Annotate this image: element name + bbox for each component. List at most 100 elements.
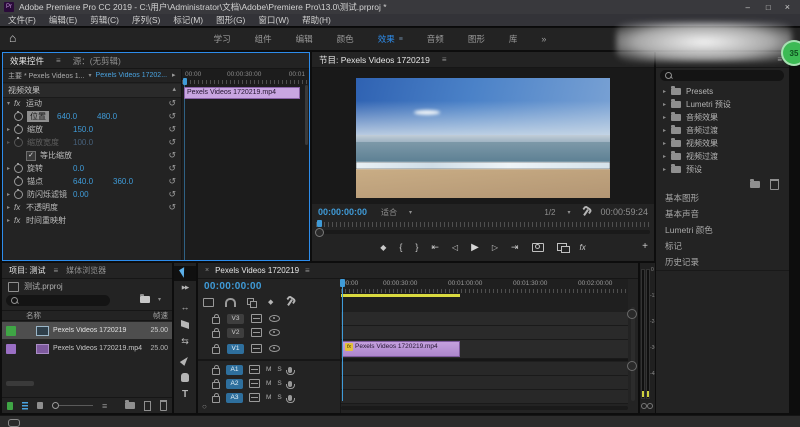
track-head-a3[interactable]: A3 M S: [212, 391, 295, 404]
track-head-v3[interactable]: V3: [212, 312, 280, 325]
column-framerate[interactable]: 帧速: [153, 310, 168, 321]
project-item-clip[interactable]: Pexels Videos 1720219.mp4 25.00: [2, 340, 172, 357]
icon-view-icon[interactable]: [36, 402, 44, 409]
tab-effect-controls[interactable]: 效果控件: [10, 55, 44, 67]
program-panel-menu-icon[interactable]: ≡: [442, 55, 447, 64]
zoom-slider[interactable]: [52, 402, 94, 409]
effects-folder-presets[interactable]: ▸ Presets: [656, 85, 789, 98]
timeline-panel-menu-icon[interactable]: ≡: [305, 266, 310, 275]
master-clip-label[interactable]: Pexels Videos 17202...: [96, 72, 167, 79]
tab-project[interactable]: 项目: 测试: [9, 265, 45, 276]
effect-row-uniform-scale[interactable]: ✓ 等比缩放 ↺: [3, 149, 181, 162]
effect-row-motion[interactable]: ▾ fx 运动 ↺: [3, 97, 181, 110]
lock-icon[interactable]: [212, 392, 220, 403]
scale-stopwatch-icon[interactable]: [14, 124, 23, 134]
voiceover-mic-icon[interactable]: [285, 380, 295, 389]
track-target-a1[interactable]: A1: [226, 364, 243, 375]
rotation-reset-icon[interactable]: ↺: [168, 163, 176, 174]
sync-lock-icon[interactable]: [251, 314, 262, 323]
project-filter-bin-icon[interactable]: [140, 294, 150, 303]
effects-folder-video-transitions[interactable]: ▸ 视频过渡: [656, 150, 789, 163]
effects-folder-video-effects[interactable]: ▸ 视频效果: [656, 137, 789, 150]
timeline-tab-close-icon[interactable]: ×: [205, 267, 209, 274]
fx-badge-icon[interactable]: fx: [14, 99, 26, 108]
sync-lock-icon[interactable]: [251, 328, 262, 337]
solo-button[interactable]: S: [277, 380, 281, 387]
menu-file[interactable]: 文件(F): [8, 14, 36, 26]
time-remap-caret-icon[interactable]: ▸: [3, 217, 14, 224]
ecp-ruler-ticks[interactable]: [182, 80, 309, 84]
home-icon[interactable]: ⌂: [9, 31, 16, 45]
position-reset-icon[interactable]: ↺: [168, 111, 176, 122]
timeline-vscrollbar[interactable]: [631, 307, 635, 401]
maximize-button[interactable]: □: [766, 3, 771, 12]
program-settings-wrench-icon[interactable]: [580, 207, 590, 217]
voiceover-mic-icon[interactable]: [285, 394, 295, 403]
dock-tab-essential-sound[interactable]: 基本声音: [656, 206, 789, 223]
sync-lock-icon[interactable]: [249, 379, 260, 388]
global-fx-mute-button[interactable]: fx: [580, 243, 586, 252]
motion-reset-icon[interactable]: ↺: [168, 98, 176, 109]
step-forward-button[interactable]: ▷: [492, 243, 498, 252]
effects-folder-audio-transitions[interactable]: ▸ 音频过渡: [656, 124, 789, 137]
effect-row-antiflicker[interactable]: ▸ 防闪烁滤镜 0.00 ↺: [3, 188, 181, 201]
status-link-icon[interactable]: [8, 419, 20, 427]
goto-out-button[interactable]: ⇥: [511, 242, 519, 253]
add-marker-icon[interactable]: ◆: [268, 298, 273, 306]
track-target-a3[interactable]: A3: [226, 392, 243, 403]
workspace-tab-editing[interactable]: 编辑: [296, 33, 313, 45]
minimize-button[interactable]: –: [745, 3, 749, 12]
play-button[interactable]: ▶: [471, 242, 479, 253]
timeline-ruler-ticks[interactable]: [341, 289, 628, 293]
step-back-button[interactable]: ◁: [452, 243, 458, 252]
track-head-a2[interactable]: A2 M S: [212, 377, 295, 390]
comparison-view-button[interactable]: [556, 243, 570, 253]
tool-type[interactable]: T: [174, 389, 196, 400]
effect-row-scale-width[interactable]: ▸ 缩放宽度 100.0 ↺: [3, 136, 181, 149]
zoom-slider-knob[interactable]: [52, 402, 60, 409]
new-bin-icon[interactable]: [750, 178, 760, 188]
project-writable-icon[interactable]: [7, 401, 13, 410]
ecp-mini-scrollbar[interactable]: [305, 85, 308, 145]
linked-selection-icon[interactable]: [247, 298, 257, 308]
program-scrollbar-track[interactable]: [316, 230, 650, 234]
sort-icon[interactable]: ≡: [102, 401, 107, 411]
workspace-tab-graphics[interactable]: 图形: [468, 33, 485, 45]
anchor-stopwatch-icon[interactable]: [14, 176, 23, 186]
timeline-vscroll-knob-top[interactable]: [627, 309, 637, 319]
opacity-fx-icon[interactable]: fx: [14, 203, 26, 212]
add-marker-button[interactable]: ◆: [380, 243, 386, 252]
effects-folder-lumetri-presets[interactable]: ▸ Lumetri 预设: [656, 98, 789, 111]
effects-folder-audio-effects[interactable]: ▸ 音频效果: [656, 111, 789, 124]
sync-lock-icon[interactable]: [251, 344, 262, 353]
track-target-v1[interactable]: V1: [227, 343, 244, 354]
lane-a2[interactable]: [341, 376, 628, 390]
effect-row-scale[interactable]: ▸ 缩放 150.0 ↺: [3, 123, 181, 136]
lock-icon[interactable]: [212, 343, 220, 354]
program-playhead[interactable]: [317, 220, 322, 227]
lane-a1[interactable]: [341, 362, 628, 376]
workspace-tab-audio[interactable]: 音频: [427, 33, 444, 45]
lock-icon[interactable]: [212, 313, 220, 324]
tool-slip[interactable]: ⇆: [174, 336, 196, 347]
dock-tab-markers[interactable]: 标记: [656, 238, 789, 255]
video-effects-collapse-icon[interactable]: ▴: [172, 85, 176, 93]
effect-row-position[interactable]: 位置 640.0 480.0 ↺: [3, 110, 181, 123]
master-caret-icon[interactable]: ▾: [89, 72, 92, 79]
project-item-sequence[interactable]: Pexels Videos 1720219 25.00: [2, 322, 172, 339]
sync-lock-icon[interactable]: [249, 393, 260, 402]
workspace-tab-assembly[interactable]: 组件: [255, 33, 272, 45]
effects-search-box[interactable]: [660, 70, 784, 81]
menu-edit[interactable]: 编辑(E): [49, 14, 77, 26]
opacity-reset-icon[interactable]: ↺: [168, 202, 176, 213]
dock-tab-lumetri-color[interactable]: Lumetri 颜色: [656, 222, 789, 239]
position-x-value[interactable]: 640.0: [57, 112, 97, 121]
antiflicker-stopwatch-icon[interactable]: [14, 189, 23, 199]
recording-badge[interactable]: 35: [781, 40, 800, 66]
work-area-bar[interactable]: [341, 294, 460, 297]
menu-help[interactable]: 帮助(H): [302, 14, 331, 26]
effect-row-rotation[interactable]: ▸ 旋转 0.0 ↺: [3, 162, 181, 175]
new-bin-icon[interactable]: [125, 400, 136, 409]
lock-icon[interactable]: [212, 378, 220, 389]
rotation-value[interactable]: 0.0: [73, 164, 113, 173]
